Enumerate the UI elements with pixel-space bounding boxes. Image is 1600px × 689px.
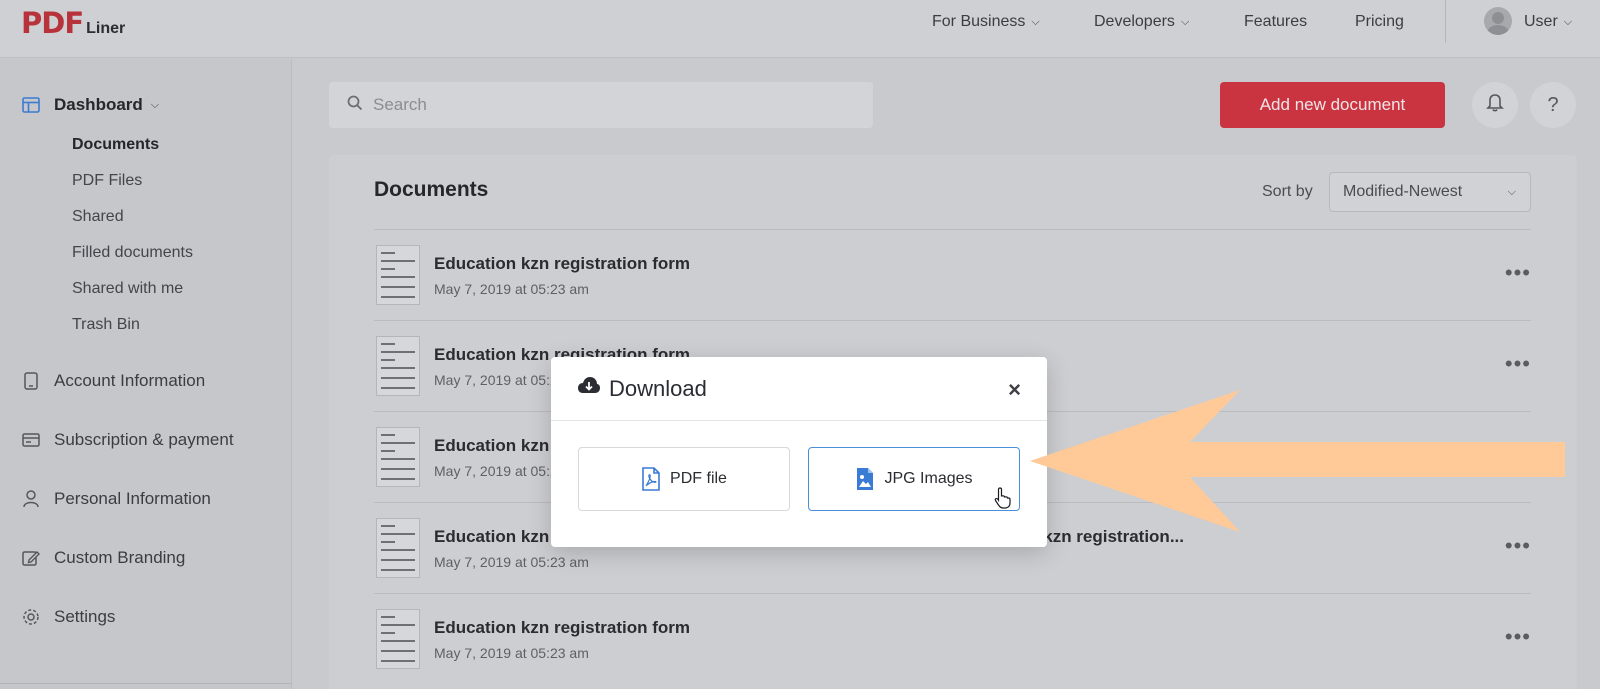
sidebar-sub-shared-with-me[interactable]: Shared with me (72, 280, 183, 298)
chevron-down-icon: ⌵ (1180, 15, 1190, 28)
search-icon (347, 95, 363, 116)
download-dialog: Download × PDF file JPG Images (551, 357, 1047, 547)
sidebar-sub-trash-bin[interactable]: Trash Bin (72, 316, 140, 334)
document-title[interactable]: Education kzn registration form (434, 618, 690, 638)
nav-pricing[interactable]: Pricing (1355, 0, 1404, 44)
close-icon[interactable]: × (1008, 377, 1021, 403)
page-title: Documents (374, 178, 489, 201)
search-placeholder: Search (373, 95, 427, 114)
sort-select-value: Modified-Newest (1343, 183, 1463, 200)
sort-select[interactable]: Modified-Newest ⌵ (1329, 172, 1531, 212)
sidebar-sub-shared[interactable]: Shared (72, 208, 124, 226)
sidebar-item-dashboard[interactable]: Dashboard ⌵ (21, 95, 159, 115)
dashboard-icon (21, 95, 41, 115)
document-date: May 7, 2019 at 05:23 am (434, 554, 589, 570)
sidebar-sub-documents[interactable]: Documents (72, 136, 159, 154)
edit-icon (21, 548, 41, 568)
nav-pricing-label: Pricing (1355, 13, 1404, 30)
sidebar-item-dashboard-label: Dashboard (54, 95, 143, 114)
more-options-icon[interactable]: ••• (1505, 351, 1531, 377)
help-button[interactable]: ? (1530, 82, 1576, 128)
annotation-arrow (1030, 390, 1565, 532)
nav-features-label: Features (1244, 13, 1308, 30)
document-thumbnail (376, 609, 420, 669)
sidebar-item-settings[interactable]: Settings (21, 607, 115, 627)
nav-for-business[interactable]: For Business ⌵ (932, 0, 1040, 44)
document-date: May 7, 2019 at 05:23 am (434, 645, 589, 661)
nav-features[interactable]: Features (1244, 0, 1307, 44)
sort-label: Sort by (1262, 183, 1313, 200)
user-menu-label: User (1524, 13, 1558, 30)
credit-card-icon (21, 430, 41, 450)
chevron-down-icon: ⌵ (1563, 15, 1573, 28)
logo-liner: Liner (86, 20, 126, 37)
document-thumbnail (376, 427, 420, 487)
sidebar-item-label: Settings (54, 607, 116, 626)
download-dialog-header: Download × (551, 357, 1047, 421)
sidebar-divider (0, 683, 292, 684)
help-icon: ? (1547, 93, 1559, 116)
chevron-down-icon: ⌵ (150, 98, 160, 111)
document-row[interactable]: Education kzn registration form May 7, 2… (374, 593, 1531, 684)
gear-icon (21, 607, 41, 627)
add-new-document-button[interactable]: Add new document (1220, 82, 1445, 128)
download-pdf-option[interactable]: PDF file (578, 447, 790, 511)
sidebar-item-account-information[interactable]: Account Information (21, 371, 205, 391)
more-options-icon[interactable]: ••• (1505, 533, 1531, 559)
document-date: May 7, 2019 at 05:23 am (434, 281, 589, 297)
sidebar-item-label: Subscription & payment (54, 430, 234, 449)
download-pdf-label: PDF file (670, 470, 727, 487)
document-row[interactable]: Education kzn registration form May 7, 2… (374, 229, 1531, 320)
logo-pdf: PDF (21, 6, 84, 40)
cloud-download-icon (577, 376, 601, 401)
search-input[interactable]: Search (329, 82, 873, 128)
image-file-icon (855, 467, 875, 491)
sidebar-item-subscription[interactable]: Subscription & payment (21, 430, 234, 450)
sidebar-item-label: Custom Branding (54, 548, 186, 567)
sidebar-item-label: Personal Information (54, 489, 211, 508)
bell-icon (1486, 92, 1504, 118)
nav-for-business-label: For Business (932, 13, 1026, 30)
nav-developers[interactable]: Developers ⌵ (1094, 0, 1189, 44)
download-jpg-label: JPG Images (884, 470, 973, 487)
sidebar-item-label: Account Information (54, 371, 206, 390)
sidebar-item-personal-information[interactable]: Personal Information (21, 489, 211, 509)
chevron-down-icon: ⌵ (1507, 185, 1516, 198)
person-icon (21, 489, 41, 509)
user-avatar-icon[interactable] (1484, 7, 1512, 35)
notifications-button[interactable] (1472, 82, 1518, 128)
more-options-icon[interactable]: ••• (1505, 624, 1531, 650)
document-title[interactable]: Education kzn registration form (434, 254, 690, 274)
pdf-file-icon (641, 467, 661, 491)
sidebar-sub-filled-documents[interactable]: Filled documents (72, 244, 193, 262)
sidebar-sub-pdf-files[interactable]: PDF Files (72, 172, 142, 190)
nav-divider (1445, 0, 1446, 43)
sidebar-item-custom-branding[interactable]: Custom Branding (21, 548, 185, 568)
document-thumbnail (376, 336, 420, 396)
download-jpg-option[interactable]: JPG Images (808, 447, 1020, 511)
sidebar: Dashboard ⌵ Documents PDF Files Shared F… (0, 59, 292, 689)
chevron-down-icon: ⌵ (1031, 15, 1040, 28)
user-menu[interactable]: User ⌵ (1524, 0, 1572, 44)
document-thumbnail (376, 245, 420, 305)
nav-developers-label: Developers (1094, 13, 1175, 30)
download-dialog-title: Download (609, 375, 707, 401)
top-navigation-bar: PDF Liner For Business ⌵ Developers ⌵ Fe… (0, 0, 1600, 58)
more-options-icon[interactable]: ••• (1505, 260, 1531, 286)
hand-cursor-icon (994, 487, 1012, 514)
tablet-icon (21, 371, 41, 391)
pdfliner-logo[interactable]: PDF Liner (21, 6, 125, 40)
document-thumbnail (376, 518, 420, 578)
